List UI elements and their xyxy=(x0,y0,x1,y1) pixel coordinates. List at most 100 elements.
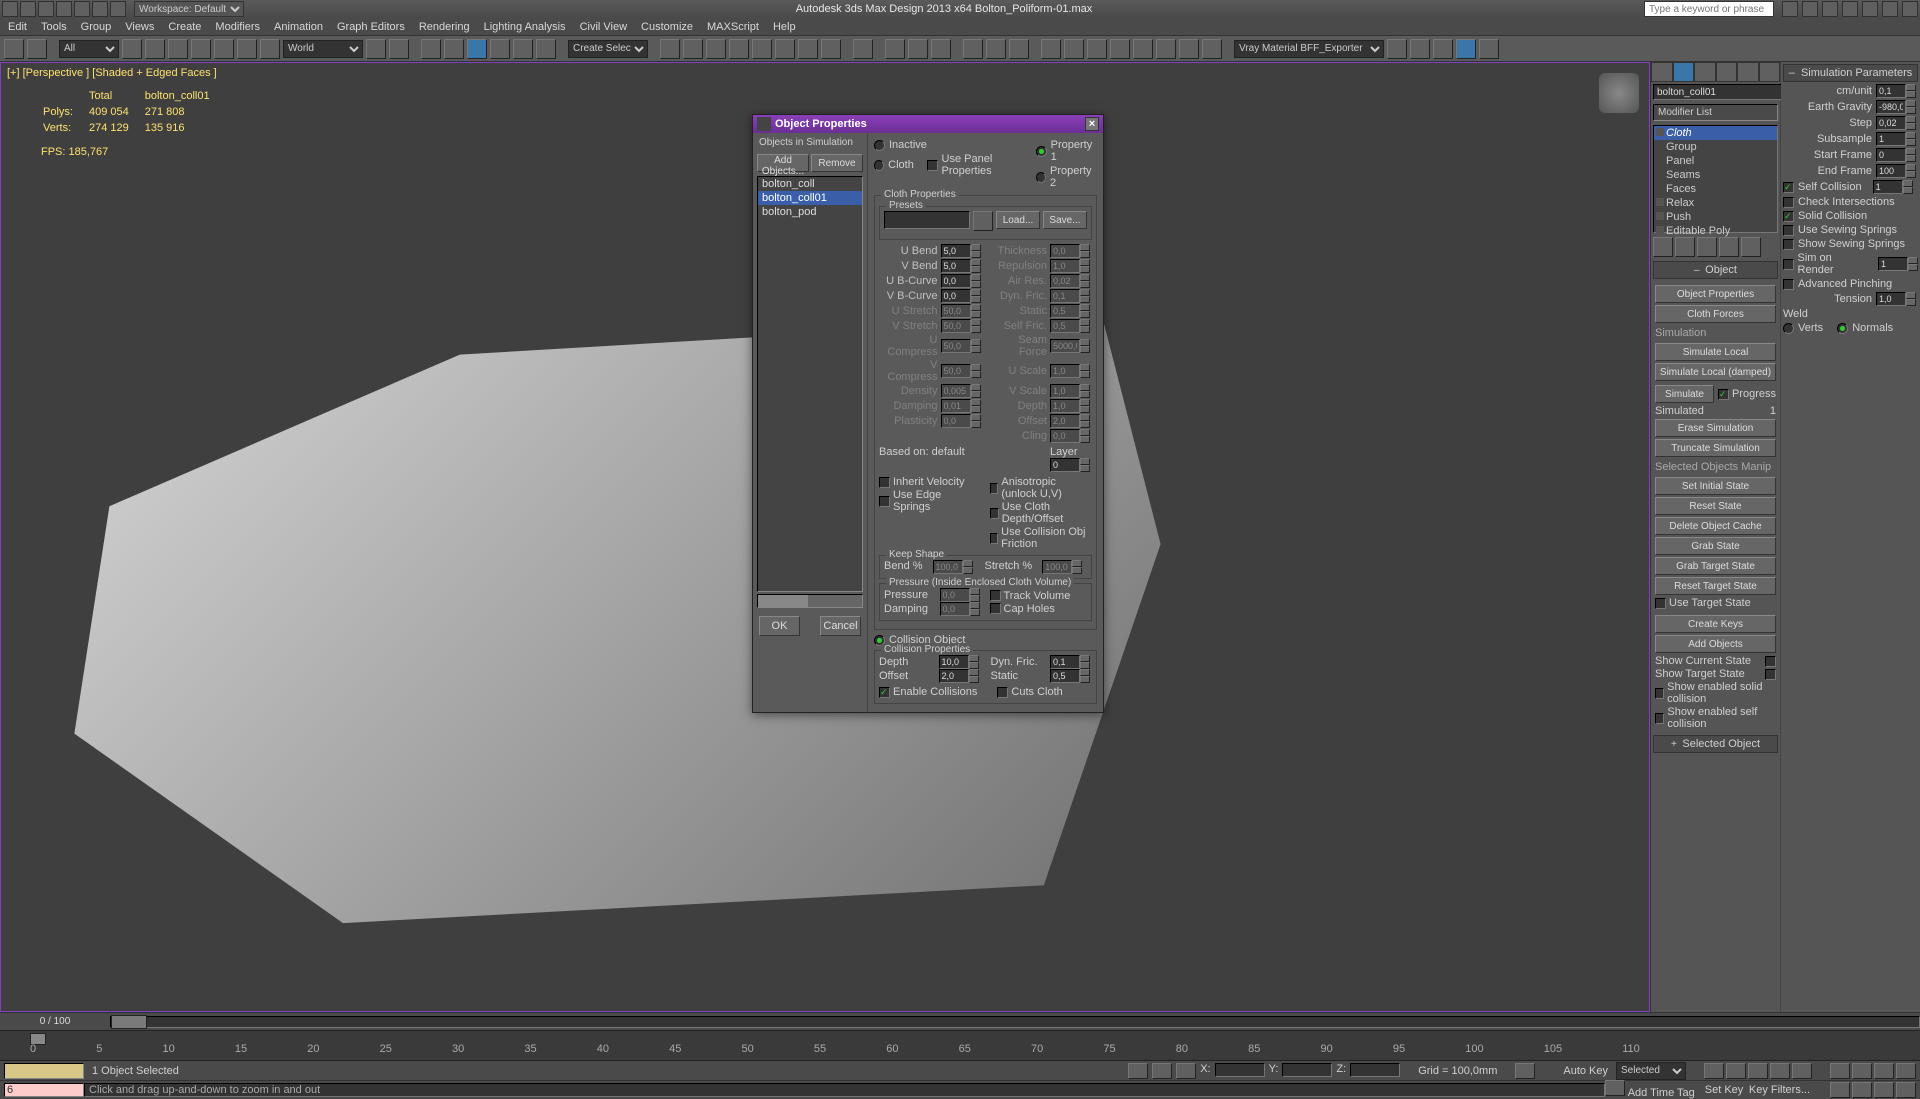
align-icon[interactable] xyxy=(660,39,680,59)
sim-local-damped-button[interactable]: Simulate Local (damped) xyxy=(1655,363,1776,381)
lock-selection-icon[interactable] xyxy=(1128,1063,1148,1079)
goto-start-icon[interactable] xyxy=(1704,1063,1724,1079)
signin-icon[interactable] xyxy=(1782,1,1798,17)
axis-y-icon[interactable] xyxy=(1433,39,1453,59)
use-sewing-check[interactable] xyxy=(1783,225,1794,236)
window-crossing-icon[interactable] xyxy=(191,39,211,59)
inactive-radio[interactable] xyxy=(874,140,885,151)
modify-tab[interactable] xyxy=(1673,62,1695,82)
favorite-icon[interactable] xyxy=(1822,1,1838,17)
rotate-icon[interactable] xyxy=(237,39,257,59)
modifier-subitem[interactable]: Faces xyxy=(1654,182,1777,196)
track-bar[interactable]: 0510152025303540455055606570758085909510… xyxy=(0,1030,1920,1060)
show-current-check[interactable] xyxy=(1765,656,1776,667)
sim-on-render-check[interactable] xyxy=(1783,259,1794,270)
configure-icon[interactable] xyxy=(1741,237,1761,257)
param-spinner[interactable] xyxy=(1050,289,1080,303)
menu-rendering[interactable]: Rendering xyxy=(419,21,470,33)
preset-save-button[interactable]: Save... xyxy=(1043,211,1087,229)
named-selection-set[interactable]: Create Selection Se xyxy=(568,40,648,58)
open-icon[interactable] xyxy=(38,1,54,17)
move-icon[interactable] xyxy=(214,39,234,59)
use-target-check[interactable] xyxy=(1655,598,1666,609)
remove-button[interactable]: Remove xyxy=(811,154,863,172)
pressure-spinner[interactable] xyxy=(940,588,970,602)
nav-max-icon[interactable] xyxy=(1896,1082,1916,1098)
display-tab[interactable] xyxy=(1737,62,1759,82)
script-listener[interactable] xyxy=(4,1063,84,1079)
object-rollout-header[interactable]: – Object xyxy=(1653,261,1778,279)
time-slider[interactable]: 0 / 100 xyxy=(0,1012,1920,1030)
list-item[interactable]: bolton_coll01 xyxy=(758,191,862,205)
sp-spinner[interactable] xyxy=(1876,84,1906,98)
save-icon[interactable] xyxy=(56,1,72,17)
sim-local-button[interactable]: Simulate Local xyxy=(1655,343,1776,361)
snap-icon[interactable] xyxy=(885,39,905,59)
show-self-check[interactable] xyxy=(1655,713,1664,724)
param-spinner[interactable] xyxy=(941,364,971,378)
zoom-icon[interactable] xyxy=(1874,1063,1894,1079)
schematic-icon[interactable] xyxy=(729,39,749,59)
list-scrollbar[interactable] xyxy=(757,594,863,608)
param-spinner[interactable] xyxy=(941,289,971,303)
object-list[interactable]: bolton_coll bolton_coll01 bolton_pod xyxy=(757,176,863,592)
weld-normals-radio[interactable] xyxy=(1837,323,1848,334)
param-spinner[interactable] xyxy=(1050,274,1080,288)
param-spinner[interactable] xyxy=(941,339,971,353)
simulate-button[interactable]: Simulate xyxy=(1655,385,1714,403)
set-initial-button[interactable]: Set Initial State xyxy=(1655,477,1776,495)
render-frame-icon[interactable] xyxy=(798,39,818,59)
preset-apply-icon[interactable] xyxy=(973,211,993,231)
axis-x-icon[interactable] xyxy=(1410,39,1430,59)
menu-maxscript[interactable]: MAXScript xyxy=(707,21,759,33)
delete-cache-button[interactable]: Delete Object Cache xyxy=(1655,517,1776,535)
param-spinner[interactable] xyxy=(1050,259,1080,273)
next-frame-icon[interactable] xyxy=(1770,1063,1790,1079)
truncate-sim-button[interactable]: Truncate Simulation xyxy=(1655,439,1776,457)
pan-icon[interactable] xyxy=(1830,1063,1850,1079)
grab-state-button[interactable]: Grab State xyxy=(1655,537,1776,555)
sp-spinner[interactable] xyxy=(1876,116,1906,130)
modifier-item[interactable]: Cloth xyxy=(1654,126,1777,140)
show-sewing-check[interactable] xyxy=(1783,239,1794,250)
erase-sim-button[interactable]: Erase Simulation xyxy=(1655,419,1776,437)
modifier-item[interactable]: Push xyxy=(1654,210,1777,224)
play-icon[interactable] xyxy=(1748,1063,1768,1079)
x-coord-input[interactable] xyxy=(1215,1063,1265,1077)
modifier-subitem[interactable]: Panel xyxy=(1654,154,1777,168)
self-coll-spinner[interactable] xyxy=(1873,180,1903,194)
menu-tools[interactable]: Tools xyxy=(41,21,67,33)
hair-icon[interactable] xyxy=(1041,39,1061,59)
modifier-item[interactable]: Relax xyxy=(1654,196,1777,210)
coll-offset-spinner[interactable] xyxy=(939,669,969,683)
brush2-icon[interactable] xyxy=(986,39,1006,59)
exchange-icon[interactable] xyxy=(1802,1,1818,17)
param-spinner[interactable] xyxy=(1050,384,1080,398)
sim-params-header[interactable]: – Simulation Parameters xyxy=(1783,64,1918,82)
param-spinner[interactable] xyxy=(941,244,971,258)
viewcube-icon[interactable] xyxy=(1599,73,1639,113)
selection-lock-icon[interactable] xyxy=(1176,1063,1196,1079)
show-end-icon[interactable] xyxy=(1675,237,1695,257)
menu-help[interactable]: Help xyxy=(773,21,796,33)
mirror-icon[interactable] xyxy=(536,39,556,59)
check-intersect-check[interactable] xyxy=(1783,197,1794,208)
minimize-icon[interactable] xyxy=(1862,1,1878,17)
property1-radio[interactable] xyxy=(1036,146,1047,157)
grab-target-button[interactable]: Grab Target State xyxy=(1655,557,1776,575)
bend-pct-spinner[interactable] xyxy=(933,560,963,574)
time-marker[interactable] xyxy=(111,1015,147,1029)
goto-end-icon[interactable] xyxy=(1792,1063,1812,1079)
z-coord-input[interactable] xyxy=(1350,1063,1400,1077)
pin-stack-icon[interactable] xyxy=(1653,237,1673,257)
hair6-icon[interactable] xyxy=(1156,39,1176,59)
enable-collisions-check[interactable] xyxy=(879,687,890,698)
param-spinner[interactable] xyxy=(1050,364,1080,378)
reset-state-button[interactable]: Reset State xyxy=(1655,497,1776,515)
render-icon[interactable] xyxy=(821,39,841,59)
add-objects-panel-button[interactable]: Add Objects xyxy=(1655,635,1776,653)
select-name-icon[interactable] xyxy=(145,39,165,59)
menu-animation[interactable]: Animation xyxy=(274,21,323,33)
brush-icon[interactable] xyxy=(963,39,983,59)
param-spinner[interactable] xyxy=(1050,319,1080,333)
